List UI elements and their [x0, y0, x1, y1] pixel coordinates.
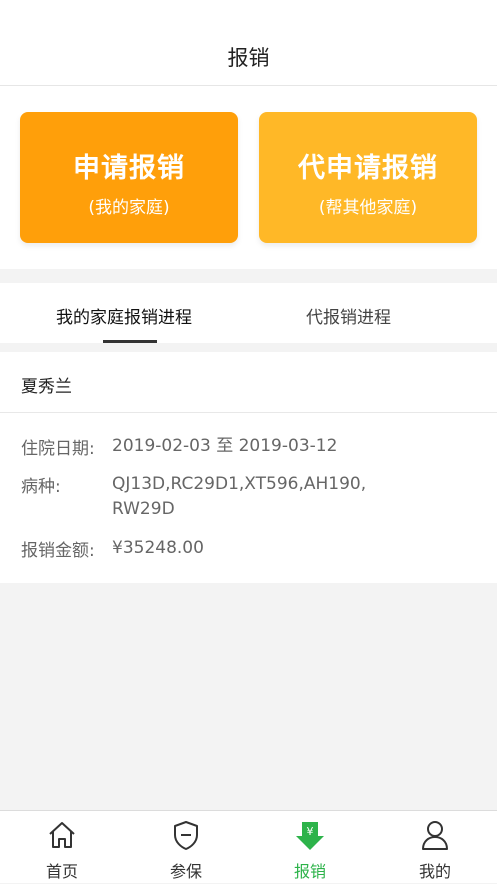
tabbar-label-mine: 我的 [418, 862, 451, 881]
tab-my-family-progress[interactable]: 我的家庭报销进程 [56, 303, 192, 328]
amount-value: ¥35248.00 [112, 538, 204, 558]
user-icon [422, 821, 448, 850]
hospital-dates-label: 住院日期: [21, 439, 95, 459]
hospital-dates-row: 住院日期: 2019-02-03 至 2019-03-12 [21, 434, 337, 459]
active-tab-indicator [103, 340, 157, 343]
page-title: 报销 [227, 46, 270, 70]
reimbursement-record-card[interactable]: 夏秀兰 住院日期: 2019-02-03 至 2019-03-12 病种: QJ… [0, 352, 497, 583]
tabbar-item-reimburse[interactable]: ¥ 报销 [248, 811, 372, 884]
apply-reimbursement-subtitle: (我的家庭) [88, 198, 170, 218]
app-header: 报销 [0, 0, 497, 86]
home-icon [49, 822, 75, 848]
apply-reimbursement-button[interactable]: 申请报销 (我的家庭) [20, 112, 238, 243]
amount-row: 报销金额: ¥35248.00 [21, 536, 204, 561]
apply-reimbursement-title: 申请报销 [73, 153, 185, 184]
card-divider [0, 412, 497, 413]
amount-label: 报销金额: [21, 541, 95, 561]
tabbar-label-reimburse: 报销 [293, 862, 326, 881]
bottom-tab-bar: 首页 参保 ¥ 报销 我的 [0, 810, 497, 883]
svg-text:¥: ¥ [307, 825, 314, 838]
disease-value: QJ13D,RC29D1,XT596,AH190, RW29D [112, 474, 367, 519]
hospital-dates-value: 2019-02-03 至 2019-03-12 [112, 436, 338, 456]
patient-name: 夏秀兰 [21, 377, 72, 397]
proxy-apply-button[interactable]: 代申请报销 (帮其他家庭) [259, 112, 477, 243]
progress-tabs: 我的家庭报销进程 代报销进程 [0, 283, 497, 343]
proxy-apply-subtitle: (帮其他家庭) [318, 198, 418, 218]
disease-label: 病种: [21, 477, 61, 497]
tabbar-item-insurance[interactable]: 参保 [124, 811, 248, 884]
proxy-apply-title: 代申请报销 [298, 153, 438, 184]
tabbar-item-mine[interactable]: 我的 [373, 811, 497, 884]
tabbar-item-home[interactable]: 首页 [0, 811, 124, 884]
shield-icon [174, 821, 198, 850]
yen-download-icon: ¥ [296, 822, 324, 850]
action-panel: 申请报销 (我的家庭) 代申请报销 (帮其他家庭) [0, 86, 497, 269]
tabbar-label-home: 首页 [45, 862, 78, 881]
disease-row: 病种: QJ13D,RC29D1,XT596,AH190, RW29D [21, 472, 366, 519]
tabbar-label-insurance: 参保 [169, 862, 202, 881]
tab-proxy-progress[interactable]: 代报销进程 [306, 303, 391, 328]
